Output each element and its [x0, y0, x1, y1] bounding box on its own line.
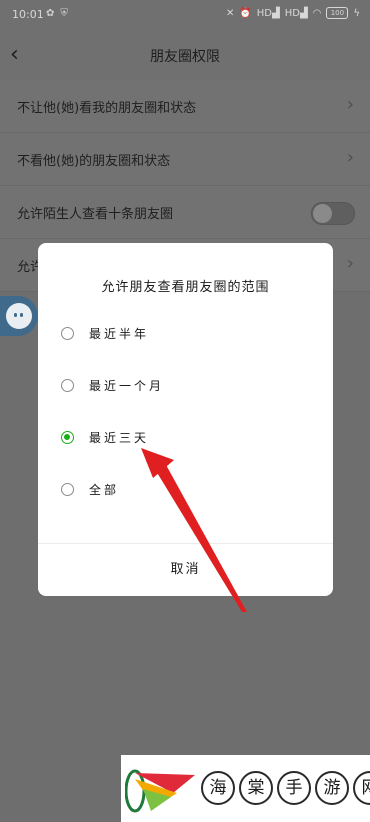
watermark-char: 手	[277, 771, 311, 805]
floating-assistant-button[interactable]	[0, 296, 38, 336]
option-half-year[interactable]: 最近半年	[61, 321, 311, 345]
charging-icon: ϟ	[353, 7, 360, 19]
notification-icon: ✿	[46, 8, 61, 19]
watermark-char: 海	[201, 771, 235, 805]
chevron-right-icon: ›	[346, 94, 354, 115]
settings-row-label: 不看他(她)的朋友圈和状态	[17, 154, 171, 169]
status-right-icons: ✕ ⏰ HD▟ HD▟ ◠ 100 ϟ	[226, 7, 360, 19]
watermark-char: 棠	[239, 771, 273, 805]
option-three-days[interactable]: 最近三天	[61, 425, 311, 449]
dialog-title: 允许朋友查看朋友圈的范围	[101, 280, 270, 295]
chevron-right-icon: ›	[346, 147, 354, 168]
signal-icon: HD▟	[284, 7, 308, 19]
settings-row-hide-my-moments[interactable]: 不让他(她)看我的朋友圈和状态 ›	[0, 80, 370, 133]
haitang-logo-icon	[125, 769, 195, 813]
watermark-char: 网	[353, 771, 370, 805]
watermark-text: 海 棠 手 游 网	[201, 771, 370, 805]
nav-bar: ‹ 朋友圈权限	[0, 30, 370, 80]
radio-unchecked-icon[interactable]	[61, 482, 74, 496]
radio-unchecked-icon[interactable]	[61, 378, 74, 392]
settings-row-stranger-ten-posts: 允许陌生人查看十条朋友圈	[0, 186, 370, 239]
status-time: 10:01	[12, 8, 44, 21]
settings-row-label: 允许陌生人查看十条朋友圈	[17, 207, 174, 222]
status-bar: 10:01 ✿⛨ ✕ ⏰ HD▟ HD▟ ◠ 100 ϟ	[0, 0, 370, 30]
mute-icon: ✕	[225, 7, 235, 19]
option-label: 最近三天	[89, 430, 150, 445]
battery-icon: 100	[326, 7, 349, 19]
stranger-view-toggle[interactable]	[311, 202, 355, 225]
watermark-char: 游	[315, 771, 349, 805]
radio-checked-icon[interactable]	[61, 430, 74, 444]
signal-icon: HD▟	[256, 7, 280, 19]
settings-row-label: 不让他(她)看我的朋友圈和状态	[17, 101, 197, 116]
option-all[interactable]: 全部	[61, 477, 311, 501]
cancel-button[interactable]: 取消	[38, 544, 333, 596]
status-left-icons: ✿⛨	[46, 8, 74, 19]
option-label: 最近半年	[89, 326, 150, 341]
visible-range-dialog: 允许朋友查看朋友圈的范围 最近半年 最近一个月 最近三天 全部 取消	[38, 243, 333, 596]
settings-row-hide-their-moments[interactable]: 不看他(她)的朋友圈和状态 ›	[0, 133, 370, 186]
wifi-icon: ◠	[312, 7, 322, 19]
alarm-icon: ⏰	[239, 7, 252, 19]
option-label: 最近一个月	[89, 378, 165, 393]
page-title: 朋友圈权限	[150, 49, 220, 65]
option-one-month[interactable]: 最近一个月	[61, 373, 311, 397]
mascot-face-icon	[6, 303, 32, 329]
option-label: 全部	[89, 482, 120, 497]
chevron-right-icon: ›	[346, 253, 354, 274]
toggle-knob	[313, 204, 332, 223]
shield-app-icon: ⛨	[60, 8, 74, 19]
site-watermark: 海 棠 手 游 网	[121, 755, 370, 822]
radio-unchecked-icon[interactable]	[61, 326, 74, 340]
